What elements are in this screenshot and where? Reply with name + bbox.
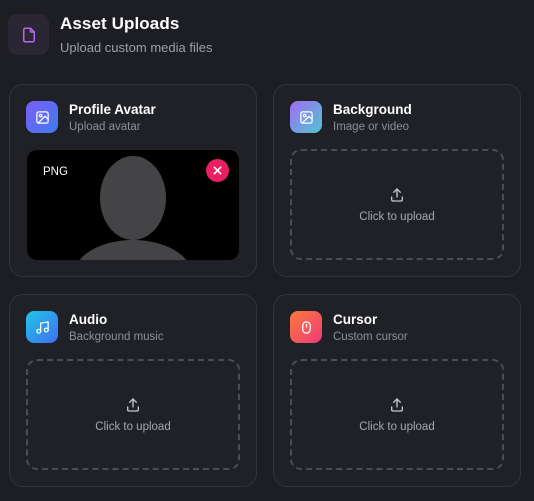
card-subtitle: Image or video <box>333 120 410 133</box>
remove-avatar-button[interactable] <box>206 159 229 182</box>
image-icon <box>290 101 322 133</box>
upload-label: Click to upload <box>95 420 171 433</box>
page-title: Asset Uploads <box>60 14 180 33</box>
card-subtitle: Custom cursor <box>333 330 408 343</box>
avatar-preview[interactable]: PNG <box>27 150 239 260</box>
audio-card: Audio Background music Click to upload <box>9 294 257 487</box>
avatar-silhouette-body <box>74 240 192 260</box>
upload-label: Click to upload <box>359 420 435 433</box>
asset-uploads-panel: Asset Uploads Upload custom media files … <box>0 0 534 501</box>
cursor-card: Cursor Custom cursor Click to upload <box>273 294 521 487</box>
file-type-label: PNG <box>43 166 68 178</box>
card-subtitle: Upload avatar <box>69 120 141 133</box>
mouse-icon <box>290 311 322 343</box>
card-title: Audio <box>69 311 108 327</box>
card-title: Background <box>333 101 412 117</box>
page-subtitle: Upload custom media files <box>60 40 213 55</box>
music-icon <box>26 311 58 343</box>
card-title: Profile Avatar <box>69 101 156 117</box>
image-icon <box>26 101 58 133</box>
avatar-silhouette-head <box>100 156 166 240</box>
background-upload-dropzone[interactable]: Click to upload <box>290 149 504 260</box>
panel-header: Asset Uploads Upload custom media files <box>8 12 212 55</box>
file-icon <box>8 14 49 55</box>
card-title: Cursor <box>333 311 378 327</box>
card-subtitle: Background music <box>69 330 164 343</box>
upload-icon <box>391 397 403 412</box>
background-card: Background Image or video Click to uploa… <box>273 84 521 277</box>
profile-avatar-card: Profile Avatar Upload avatar PNG <box>9 84 257 277</box>
audio-upload-dropzone[interactable]: Click to upload <box>26 359 240 470</box>
upload-label: Click to upload <box>359 210 435 223</box>
upload-icon <box>391 187 403 202</box>
close-icon <box>213 166 222 175</box>
upload-icon <box>127 397 139 412</box>
cursor-upload-dropzone[interactable]: Click to upload <box>290 359 504 470</box>
